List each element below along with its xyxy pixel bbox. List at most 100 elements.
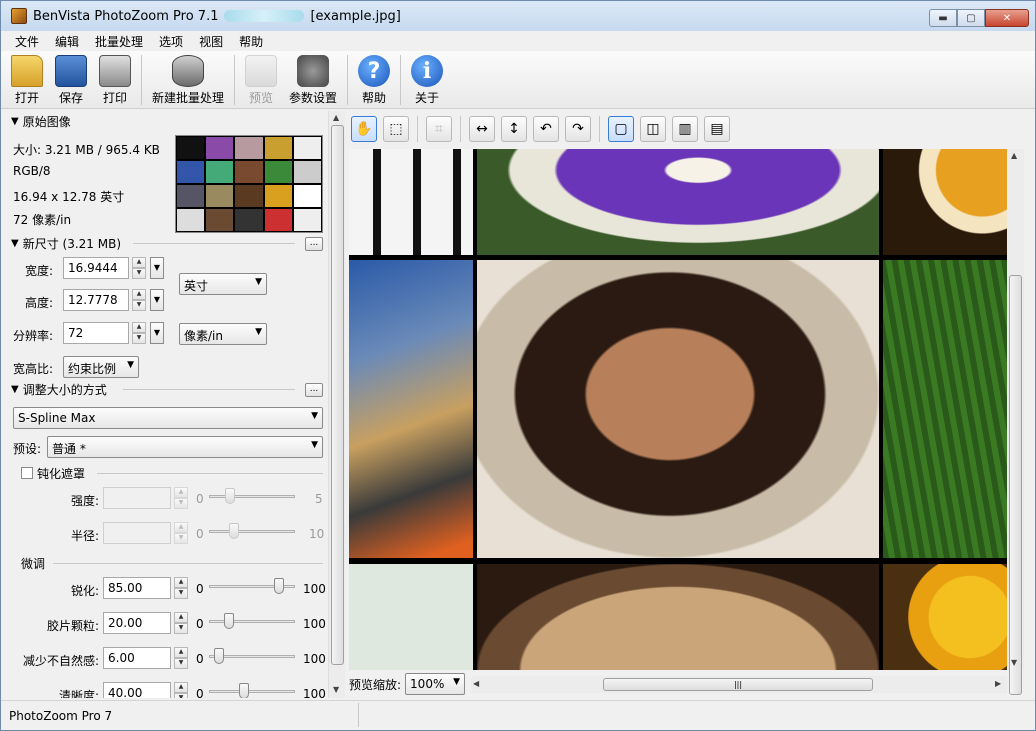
resize-method-select[interactable]: S-Spline Max ▼ (13, 407, 323, 429)
new-size-more-button[interactable]: ... (305, 237, 323, 251)
scroll-right-icon[interactable]: ▶ (995, 679, 1001, 688)
preview-zoom-select[interactable]: 100% ▼ (405, 673, 466, 695)
height-unit-dropdown[interactable]: ▼ (150, 289, 164, 311)
menu-help[interactable]: 帮助 (231, 33, 271, 50)
rotate-right-button[interactable]: ↷ (565, 116, 591, 142)
resolution-unit-dropdown[interactable]: ▼ (150, 322, 164, 344)
spin-up-icon[interactable]: ▲ (132, 289, 146, 300)
resize-method-more-button[interactable]: ... (305, 383, 323, 397)
spin-down-icon[interactable]: ▼ (132, 300, 146, 311)
save-button[interactable]: 保存 (49, 51, 93, 106)
size-unit-select[interactable]: 英寸 ▼ (179, 273, 267, 295)
app-icon[interactable] (11, 8, 27, 24)
aspect-ratio-select[interactable]: 约束比例 ▼ (63, 356, 139, 378)
artifact-reduction-slider[interactable] (209, 647, 295, 669)
sharpen-spinner[interactable]: ▲ ▼ (174, 577, 188, 599)
crop-button[interactable]: ⌗ (426, 116, 452, 142)
menu-edit[interactable]: 编辑 (47, 33, 87, 50)
radius-slider[interactable] (209, 522, 295, 544)
spin-up-icon[interactable]: ▲ (132, 322, 146, 333)
preview-button[interactable]: 预览 (239, 51, 283, 106)
spin-up-icon[interactable]: ▲ (174, 577, 188, 588)
height-spinner[interactable]: ▲ ▼ (132, 289, 146, 311)
rotate-left-button[interactable]: ↶ (533, 116, 559, 142)
spin-down-icon[interactable]: ▼ (174, 588, 188, 599)
new-batch-button[interactable]: 新建批量处理 (146, 51, 230, 106)
spin-up-icon[interactable]: ▲ (174, 522, 188, 533)
slider-thumb[interactable] (225, 488, 235, 504)
resize-method-section-header[interactable]: ▼ 调整大小的方式 (11, 381, 107, 398)
film-grain-field[interactable]: 20.00 (103, 612, 171, 634)
slider-thumb[interactable] (239, 683, 249, 698)
clarity-spinner[interactable]: ▲ ▼ (174, 682, 188, 698)
stacked-view-button[interactable]: ▤ (704, 116, 730, 142)
menu-view[interactable]: 视图 (191, 33, 231, 50)
scroll-up-icon[interactable]: ▲ (333, 113, 339, 122)
scroll-down-icon[interactable]: ▼ (1011, 658, 1017, 667)
spin-up-icon[interactable]: ▲ (174, 612, 188, 623)
resolution-spinner[interactable]: ▲ ▼ (132, 322, 146, 344)
spin-up-icon[interactable]: ▲ (174, 647, 188, 658)
sharpen-field[interactable]: 85.00 (103, 577, 171, 599)
spin-down-icon[interactable]: ▼ (132, 333, 146, 344)
spin-down-icon[interactable]: ▼ (132, 268, 146, 279)
radius-spinner[interactable]: ▲ ▼ (174, 522, 188, 544)
film-grain-slider[interactable] (209, 612, 295, 634)
maximize-button[interactable]: ▢ (957, 9, 985, 27)
unsharp-mask-checkbox[interactable] (21, 467, 33, 479)
spin-down-icon[interactable]: ▼ (174, 658, 188, 669)
clarity-slider[interactable] (209, 682, 295, 698)
strength-slider[interactable] (209, 487, 295, 509)
menu-batch[interactable]: 批量处理 (87, 33, 151, 50)
artifact-reduction-spinner[interactable]: ▲ ▼ (174, 647, 188, 669)
close-button[interactable]: ✕ (985, 9, 1029, 27)
preview-horizontal-scrollbar[interactable]: ◀ ||| ▶ (471, 676, 1007, 693)
sharpen-slider[interactable] (209, 577, 295, 599)
scrollbar-thumb[interactable] (331, 125, 344, 665)
side-by-side-view-button[interactable]: ▥ (672, 116, 698, 142)
strength-field[interactable] (103, 487, 171, 509)
spin-down-icon[interactable]: ▼ (174, 623, 188, 634)
film-grain-spinner[interactable]: ▲ ▼ (174, 612, 188, 634)
radius-field[interactable] (103, 522, 171, 544)
menu-file[interactable]: 文件 (7, 33, 47, 50)
original-thumbnail[interactable] (175, 135, 323, 233)
slider-thumb[interactable] (274, 578, 284, 594)
preview-canvas[interactable] (349, 149, 1007, 670)
settings-button[interactable]: 参数设置 (283, 51, 343, 106)
clarity-field[interactable]: 40.00 (103, 682, 171, 698)
spin-down-icon[interactable]: ▼ (174, 533, 188, 544)
menu-options[interactable]: 选项 (151, 33, 191, 50)
resolution-field[interactable]: 72 (63, 322, 129, 344)
settings-panel-scrollbar[interactable]: ▲ ▼ (328, 111, 345, 698)
strength-spinner[interactable]: ▲ ▼ (174, 487, 188, 509)
width-field[interactable]: 16.9444 (63, 257, 129, 279)
height-field[interactable]: 12.7778 (63, 289, 129, 311)
width-unit-dropdown[interactable]: ▼ (150, 257, 164, 279)
single-view-button[interactable]: ▢ (608, 116, 634, 142)
preview-vertical-scrollbar[interactable]: ▲ ▼ (1007, 149, 1024, 695)
scroll-down-icon[interactable]: ▼ (333, 685, 339, 694)
flip-horizontal-button[interactable]: ↔ (469, 116, 495, 142)
hand-tool-button[interactable]: ✋ (351, 116, 377, 142)
width-spinner[interactable]: ▲ ▼ (132, 257, 146, 279)
spin-up-icon[interactable]: ▲ (132, 257, 146, 268)
select-tool-button[interactable]: ⬚ (383, 116, 409, 142)
scrollbar-thumb[interactable]: ||| (603, 678, 873, 691)
slider-thumb[interactable] (229, 523, 239, 539)
preset-select[interactable]: 普通 * ▼ (47, 436, 323, 458)
split-view-button[interactable]: ◫ (640, 116, 666, 142)
new-size-section-header[interactable]: ▼ 新尺寸 (3.21 MB) (11, 235, 121, 252)
minimize-button[interactable]: ▬ (929, 9, 957, 27)
resolution-unit-select[interactable]: 像素/in ▼ (179, 323, 267, 345)
artifact-reduction-field[interactable]: 6.00 (103, 647, 171, 669)
print-button[interactable]: 打印 (93, 51, 137, 106)
open-button[interactable]: 打开 (5, 51, 49, 106)
slider-thumb[interactable] (224, 613, 234, 629)
spin-up-icon[interactable]: ▲ (174, 487, 188, 498)
scroll-up-icon[interactable]: ▲ (1011, 151, 1017, 160)
flip-vertical-button[interactable]: ↕ (501, 116, 527, 142)
slider-thumb[interactable] (214, 648, 224, 664)
scroll-left-icon[interactable]: ◀ (473, 679, 479, 688)
help-button[interactable]: ? 帮助 (352, 51, 396, 106)
